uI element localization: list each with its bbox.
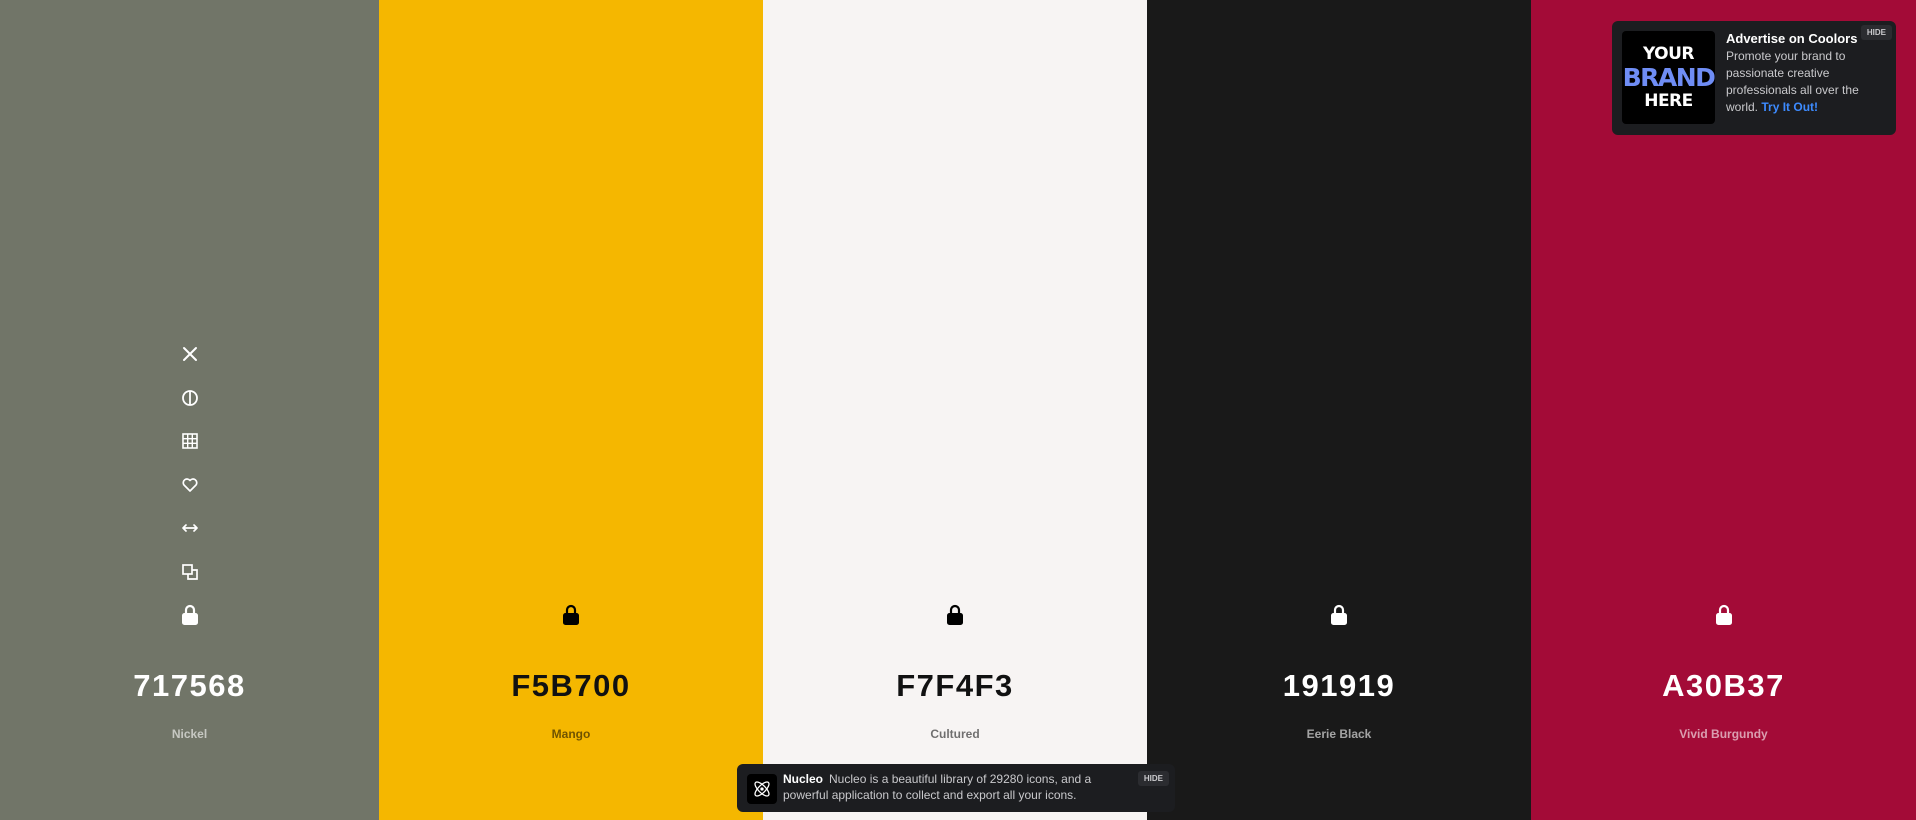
color-column-cultured[interactable]: F7F4F3 Cultured	[763, 0, 1147, 820]
hex-code[interactable]: 717568	[0, 668, 379, 704]
ad-hide-button[interactable]: HIDE	[1860, 25, 1892, 40]
color-name[interactable]: Cultured	[763, 727, 1147, 741]
toast-message: Nucleo is a beautiful library of 29280 i…	[783, 772, 1092, 802]
color-name[interactable]: Eerie Black	[1147, 727, 1531, 741]
ad-cta-link[interactable]: Try It Out!	[1761, 100, 1818, 114]
heart-icon[interactable]	[176, 471, 204, 499]
lock-icon[interactable]	[557, 601, 585, 629]
lock-icon[interactable]	[176, 601, 204, 629]
ad-text: Promote your brand to passionate creativ…	[1726, 48, 1876, 116]
color-tools	[176, 340, 204, 601]
hex-code[interactable]: F5B700	[379, 668, 763, 704]
hex-code[interactable]: A30B37	[1531, 668, 1916, 704]
ad-logo-line1: YOUR	[1642, 44, 1695, 64]
color-column-eerie-black[interactable]: 191919 Eerie Black	[1147, 0, 1531, 820]
ad-banner[interactable]: YOUR BRAND HERE Advertise on Coolors Pro…	[1612, 21, 1896, 135]
color-column-mango[interactable]: F5B700 Mango	[379, 0, 763, 820]
toast-brand: Nucleo	[783, 772, 824, 786]
drag-arrows-icon[interactable]	[176, 514, 204, 542]
copy-icon[interactable]	[176, 558, 204, 586]
lock-icon[interactable]	[1325, 601, 1353, 629]
lock-icon[interactable]	[941, 601, 969, 629]
hex-code[interactable]: F7F4F3	[763, 668, 1147, 704]
color-name[interactable]: Nickel	[0, 727, 379, 741]
ad-logo[interactable]: YOUR BRAND HERE	[1622, 31, 1716, 124]
contrast-icon[interactable]	[176, 384, 204, 412]
ad-title[interactable]: Advertise on Coolors	[1726, 31, 1857, 46]
grid-icon[interactable]	[176, 427, 204, 455]
color-name[interactable]: Mango	[379, 727, 763, 741]
nucleo-promo-toast[interactable]: Nucleo Nucleo is a beautiful library of 2…	[737, 764, 1175, 812]
color-column-nickel[interactable]: 717568 Nickel	[0, 0, 379, 820]
toast-hide-button[interactable]: HIDE	[1137, 771, 1169, 786]
color-name[interactable]: Vivid Burgundy	[1531, 727, 1916, 741]
nucleo-atom-icon	[747, 774, 777, 804]
ad-logo-line2: BRAND	[1622, 63, 1716, 92]
hex-code[interactable]: 191919	[1147, 668, 1531, 704]
toast-text: Nucleo Nucleo is a beautiful library of 2…	[783, 771, 1133, 803]
ad-logo-line3: HERE	[1644, 91, 1693, 111]
close-icon[interactable]	[176, 340, 204, 368]
lock-icon[interactable]	[1710, 601, 1738, 629]
